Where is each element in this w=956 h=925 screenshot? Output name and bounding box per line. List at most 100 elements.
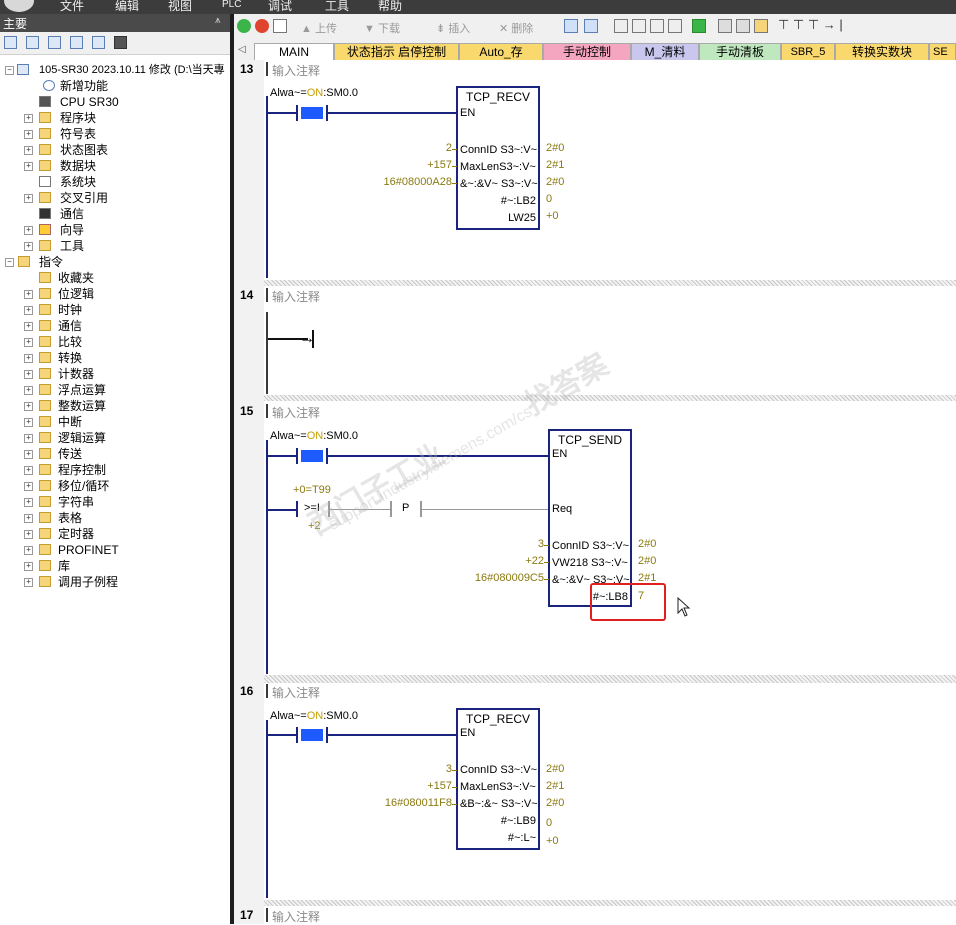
monitor-status-icon[interactable]	[564, 19, 578, 33]
tree-item-counter[interactable]: + 计数器	[0, 366, 230, 382]
tree-item-system-block[interactable]: 系统块	[0, 174, 230, 190]
table-icon[interactable]	[26, 36, 39, 49]
tree-item-instructions[interactable]: − 指令	[0, 254, 230, 270]
tree-item-status-chart[interactable]: + 状态图表	[0, 142, 230, 158]
menu-file[interactable]: 文件	[60, 0, 84, 14]
tree-item-program-block[interactable]: + 程序块	[0, 110, 230, 126]
insert-button[interactable]: ⇟ 插入	[436, 20, 470, 36]
run-icon[interactable]	[237, 19, 251, 33]
tab-manual[interactable]: 手动控制	[543, 43, 631, 60]
tree-item-float-math[interactable]: + 浮点运算	[0, 382, 230, 398]
tree-item-communication[interactable]: 通信	[0, 206, 230, 222]
menu-view[interactable]: 视图	[168, 0, 192, 14]
input-value[interactable]: 16#080011F8	[385, 797, 452, 809]
tree-item-project[interactable]: − 105-SR30 2023.10.11 修改 (D:\当天專	[0, 62, 230, 78]
tab-sbr5[interactable]: SBR_5	[781, 43, 835, 60]
bookmark-icon[interactable]	[614, 19, 628, 33]
compare-left	[296, 501, 298, 517]
input-value[interactable]: +157	[427, 159, 452, 171]
tree-item-int-math[interactable]: + 整数运算	[0, 398, 230, 414]
tree-item-call-subroutine[interactable]: + 调用子例程	[0, 574, 230, 590]
lock-icon[interactable]	[754, 19, 768, 33]
upload-button[interactable]: ▲ 上传	[301, 20, 337, 36]
tree-item-comm-instr[interactable]: + 通信	[0, 318, 230, 334]
bookmark-clear-icon[interactable]	[668, 19, 682, 33]
tcp-recv-block[interactable]: TCP_RECV EN ConnID S3~:V~ MaxLenS3~:V~ &…	[456, 708, 540, 850]
input-value[interactable]: +157	[427, 780, 452, 792]
input-value[interactable]: +22	[525, 555, 544, 567]
connid-pin: ConnID S3~:V~	[552, 540, 630, 552]
goto-icon[interactable]	[692, 19, 706, 33]
block-icon[interactable]	[48, 36, 61, 49]
network-comment[interactable]: 输入注释	[272, 908, 320, 925]
tree-item-timer[interactable]: + 定时器	[0, 526, 230, 542]
tab-auto[interactable]: Auto_存	[459, 43, 543, 60]
tree-item-data-block[interactable]: + 数据块	[0, 158, 230, 174]
tree-item-interrupt[interactable]: + 中断	[0, 414, 230, 430]
tab-status[interactable]: 状态指示 启停控制	[334, 43, 459, 60]
input-value[interactable]: 16#08000A28	[383, 176, 452, 188]
tcp-recv-block[interactable]: TCP_RECV EN ConnID S3~:V~ MaxLenS3~:V~ &…	[456, 86, 540, 230]
tab-manual-clear[interactable]: 手动清板	[699, 43, 781, 60]
pin-icon[interactable]: ⩚	[215, 15, 221, 26]
tree-item-table[interactable]: + 表格	[0, 510, 230, 526]
tree-item-library[interactable]: + 库	[0, 558, 230, 574]
tab-scroll-left-icon[interactable]: ◁	[238, 44, 246, 55]
tab-convert-real[interactable]: 转换实数块	[835, 43, 929, 60]
tree-item-logic-ops[interactable]: + 逻辑运算	[0, 430, 230, 446]
network-comment[interactable]: 输入注释	[272, 404, 320, 421]
menu-edit[interactable]: 编辑	[115, 0, 139, 14]
tree-item-favorites[interactable]: 收藏夹	[0, 270, 230, 286]
pou-icon[interactable]	[718, 19, 732, 33]
view-icon[interactable]	[4, 36, 17, 49]
tree-item-symbol-table[interactable]: + 符号表	[0, 126, 230, 142]
pulse-label[interactable]: P	[402, 502, 409, 514]
tree-item-move[interactable]: + 传送	[0, 446, 230, 462]
delete-button[interactable]: ✕ 删除	[499, 20, 533, 36]
tab-m-clear[interactable]: M_清料	[631, 43, 699, 60]
network-comment[interactable]: 输入注释	[272, 684, 320, 701]
tab-main[interactable]: MAIN	[254, 43, 334, 60]
monitor-icon[interactable]	[114, 36, 127, 49]
contact-sm0-0[interactable]	[296, 448, 328, 464]
pause-status-icon[interactable]	[584, 19, 598, 33]
page-icon[interactable]	[70, 36, 83, 49]
stop-icon[interactable]	[255, 19, 269, 33]
tree-item-convert[interactable]: + 转换	[0, 350, 230, 366]
network-number: 13	[240, 62, 254, 76]
input-value[interactable]: 16#080009C5	[475, 572, 544, 584]
tree-item-program-control[interactable]: + 程序控制	[0, 462, 230, 478]
network-comment[interactable]: 输入注释	[272, 62, 320, 79]
input-value[interactable]: 3	[538, 538, 544, 550]
menu-debug[interactable]: 调试	[268, 0, 292, 14]
connid-pin: ConnID S3~:V~	[460, 144, 538, 156]
download-button[interactable]: ▼ 下载	[364, 20, 400, 36]
menu-help[interactable]: 帮助	[378, 0, 402, 14]
symbol-icon[interactable]	[736, 19, 750, 33]
tree-item-profinet[interactable]: + PROFINET	[0, 542, 230, 558]
ladder-branch-icons[interactable]: ⊤ ⊤ ⊤ → |	[778, 17, 843, 33]
contact-sm0-0[interactable]	[296, 727, 328, 743]
tree-item-cpu[interactable]: CPU SR30	[0, 94, 230, 110]
tree-item-clock[interactable]: + 时钟	[0, 302, 230, 318]
tree-item-string[interactable]: + 字符串	[0, 494, 230, 510]
tree-item-new-features[interactable]: 新增功能	[0, 78, 230, 94]
input-value[interactable]: 3	[446, 763, 452, 775]
tree-item-cross-ref[interactable]: + 交叉引用	[0, 190, 230, 206]
contact-sm0-0[interactable]	[296, 105, 328, 121]
tree-item-tools[interactable]: + 工具	[0, 238, 230, 254]
network-comment[interactable]: 输入注释	[272, 288, 320, 305]
tab-se[interactable]: SE	[929, 43, 956, 60]
input-value[interactable]: 2	[446, 142, 452, 154]
bookmark-prev-icon[interactable]	[650, 19, 664, 33]
compile-icon[interactable]	[273, 19, 287, 33]
bookmark-next-icon[interactable]	[632, 19, 646, 33]
menu-plc[interactable]: PLC	[222, 0, 241, 10]
tree-item-compare[interactable]: + 比较	[0, 334, 230, 350]
chart-icon[interactable]	[92, 36, 105, 49]
tree-item-bit-logic[interactable]: + 位逻辑	[0, 286, 230, 302]
tree-item-wizard[interactable]: + 向导	[0, 222, 230, 238]
menu-tools[interactable]: 工具	[325, 0, 349, 14]
tcp-send-block[interactable]: TCP_SEND EN Req ConnID S3~:V~ VW218 S3~:…	[548, 429, 632, 607]
tree-item-shift-rotate[interactable]: + 移位/循环	[0, 478, 230, 494]
